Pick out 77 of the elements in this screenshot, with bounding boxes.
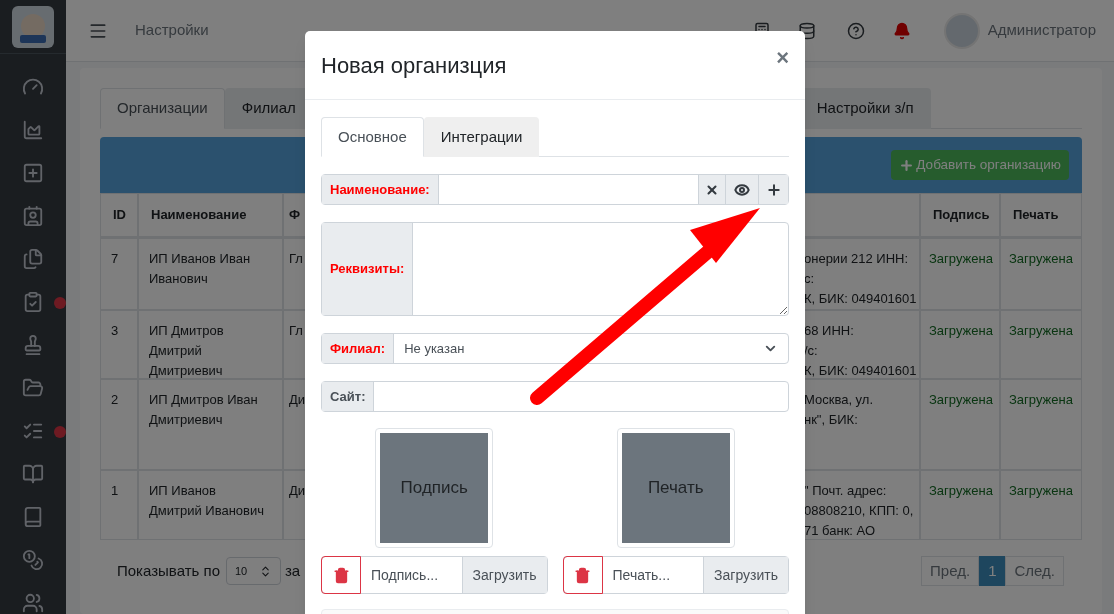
upload-button[interactable]: Загрузить bbox=[703, 557, 788, 593]
table-cell: 3 bbox=[111, 323, 119, 338]
column-header: Печать bbox=[1013, 206, 1059, 225]
upload-status-link[interactable]: Загружена bbox=[929, 392, 993, 407]
table-cell: Гл bbox=[289, 323, 303, 338]
modal-tab[interactable]: Интеграции bbox=[423, 117, 540, 157]
table-cell-text: 08808210, КПП: 0, bbox=[804, 502, 915, 520]
trash-icon bbox=[332, 566, 350, 584]
page-tab[interactable]: Организации bbox=[100, 88, 225, 129]
table-cell: ИП Дмитров Иван Дмитриевич bbox=[149, 392, 258, 427]
table-cell-text: К, БИК: 049401601 bbox=[804, 290, 918, 308]
column-header: Наименование bbox=[151, 206, 247, 225]
trash-icon bbox=[574, 566, 591, 584]
table-cell-text: К, БИК: 049401601 bbox=[804, 362, 918, 380]
modal-tab[interactable]: Основное bbox=[321, 117, 424, 157]
table-cell: 1 bbox=[111, 483, 119, 498]
table-cell-text: 71 банк: АО bbox=[804, 522, 877, 540]
table-cell: ИП Дмитров Дмитрий Дмитриевич bbox=[149, 323, 224, 378]
add-organization-button[interactable]: Добавить организацию bbox=[891, 150, 1069, 180]
field-label: Реквизиты: bbox=[322, 223, 414, 315]
stamp-icon bbox=[22, 334, 44, 356]
close-button[interactable]: × bbox=[776, 47, 789, 83]
open-book-icon bbox=[22, 463, 44, 485]
help-icon[interactable] bbox=[846, 21, 865, 40]
upload-status-link[interactable]: Загружена bbox=[1009, 323, 1073, 338]
clipboard-check-icon bbox=[22, 291, 44, 313]
upload-button[interactable]: Загрузить bbox=[461, 557, 547, 593]
column-header: ID bbox=[113, 206, 126, 225]
users-icon bbox=[22, 592, 44, 614]
table-cell-text: с: bbox=[804, 270, 816, 288]
table-cell: ИП Иванов Иван Иванович bbox=[149, 251, 251, 286]
table-cell: Гл bbox=[289, 251, 303, 266]
file-name: Подпись... bbox=[370, 565, 440, 585]
plus-icon bbox=[899, 157, 915, 173]
upload-status-link[interactable]: Загружена bbox=[929, 483, 993, 498]
table-cell-text: нк", БИК: bbox=[804, 411, 859, 429]
table-cell: Ди bbox=[289, 483, 306, 498]
updown-icon bbox=[259, 564, 272, 578]
plus-square-icon bbox=[22, 162, 44, 184]
table-cell-text: онерии 212 ИНН: bbox=[804, 250, 910, 268]
placeholder-caption: Подпись bbox=[400, 477, 468, 500]
files-icon bbox=[22, 248, 44, 270]
logo-icon[interactable] bbox=[12, 5, 54, 48]
table-cell-text: 68 ИНН: bbox=[804, 322, 855, 340]
pagination-button[interactable]: Пред. bbox=[921, 556, 980, 586]
upload-status-link[interactable]: Загружена bbox=[1009, 251, 1073, 266]
coins-icon bbox=[22, 549, 44, 571]
upload-status-link[interactable]: Загружена bbox=[1009, 392, 1073, 407]
book-icon bbox=[22, 506, 44, 528]
upload-status-link[interactable]: Загружена bbox=[929, 251, 993, 266]
requisites-field[interactable]: Реквизиты: bbox=[321, 222, 789, 316]
placeholder-caption: Печать bbox=[647, 477, 704, 500]
delete-button[interactable] bbox=[321, 556, 361, 594]
table-cell: Ди bbox=[289, 392, 306, 407]
table-cell-text: Москва, ул. bbox=[804, 391, 875, 409]
pagination-button[interactable]: 1 bbox=[979, 556, 1006, 586]
file-name: Печать... bbox=[611, 565, 672, 585]
upload-status-link[interactable]: Загружена bbox=[1009, 483, 1073, 498]
user-name[interactable]: Администратор bbox=[987, 19, 1096, 42]
bell-icon[interactable] bbox=[892, 21, 911, 40]
pagination-button[interactable]: След. bbox=[1005, 556, 1064, 586]
table-cell-text: " Почт. адрес: bbox=[804, 482, 888, 500]
contact-card-icon bbox=[22, 205, 44, 227]
page-title: Настройки bbox=[135, 20, 209, 41]
table-cell: 7 bbox=[111, 251, 119, 266]
area-chart-icon bbox=[22, 119, 44, 141]
upload-status-link[interactable]: Загружена bbox=[929, 323, 993, 338]
delete-button[interactable] bbox=[562, 556, 603, 594]
page-size-suffix: за bbox=[285, 560, 301, 581]
page-size-select[interactable]: 10 bbox=[226, 557, 281, 585]
modal-title: Новая организция bbox=[321, 51, 507, 80]
page-size-label: Показывать по bbox=[117, 560, 220, 581]
column-header: Ф bbox=[289, 206, 301, 225]
folder-icon bbox=[22, 377, 44, 399]
table-cell: ИП Иванов Дмитрий Иванович bbox=[149, 483, 264, 518]
table-cell: 2 bbox=[111, 392, 119, 407]
column-header: Подпись bbox=[933, 206, 990, 225]
